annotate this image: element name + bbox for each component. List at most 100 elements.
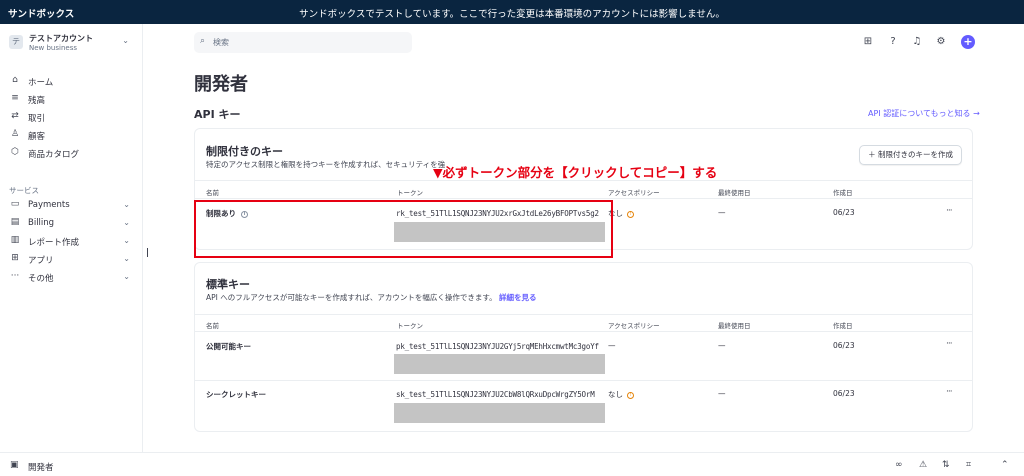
- chevron-down-icon: ⌄: [122, 36, 129, 45]
- account-subtitle: New business: [29, 44, 78, 52]
- col-access-policy: アクセスポリシー: [608, 322, 660, 330]
- key-token[interactable]: sk_test_51TlL1SQNJ23NYJU2CbW8lQRxuDpcWrg…: [396, 390, 595, 399]
- divider: [195, 331, 972, 332]
- standard-keys-title: 標準キー: [206, 278, 250, 291]
- binoculars-icon[interactable]: ∞: [895, 460, 903, 470]
- more-actions-icon[interactable]: ···: [946, 206, 953, 216]
- last-used: —: [718, 208, 726, 217]
- col-created: 作成日: [833, 189, 853, 197]
- sidebar-item-label: 取引: [28, 114, 46, 124]
- customers-icon: ♙: [10, 129, 20, 139]
- created-date: 06/23: [833, 389, 855, 398]
- details-link[interactable]: 詳細を見る: [499, 293, 537, 302]
- warning-icon: !: [627, 392, 634, 399]
- sidebar-item-customers[interactable]: ♙ 顧客: [9, 128, 134, 146]
- sidebar-item-balances[interactable]: ≡ 残高: [9, 92, 134, 110]
- sidebar-item-label: Billing: [28, 218, 55, 228]
- sidebar-item-billing[interactable]: ▤ Billing ⌄: [9, 216, 134, 234]
- webhook-icon[interactable]: ⌗: [966, 460, 971, 470]
- sidebar-item-label: 商品カタログ: [28, 150, 80, 160]
- sidebar-item-label: アプリ: [28, 256, 54, 266]
- col-token: トークン: [397, 322, 423, 330]
- settings-icon[interactable]: ⚙: [934, 35, 948, 49]
- highlight-box: [194, 200, 613, 258]
- access-policy: —: [608, 341, 616, 350]
- account-switcher[interactable]: テ テストアカウント New business ⌄: [9, 32, 133, 60]
- account-logo: テ: [9, 35, 23, 49]
- sidebar: テ テストアカウント New business ⌄ ⌂ ホーム ≡ 残高 ⇄ 取…: [0, 24, 143, 452]
- chevron-down-icon: ⌄: [123, 236, 130, 245]
- help-icon[interactable]: ?: [886, 35, 900, 49]
- sort-arrows-icon[interactable]: ⇅: [942, 460, 950, 470]
- sidebar-item-label: その他: [28, 274, 54, 284]
- sidebar-item-label: レポート作成: [28, 238, 80, 248]
- transactions-icon: ⇄: [11, 111, 19, 121]
- sidebar-item-label: 残高: [28, 96, 46, 106]
- col-token: トークン: [397, 189, 423, 197]
- search-input[interactable]: ⌕ 検索: [194, 32, 412, 53]
- divider: [195, 314, 972, 315]
- apps-icon: ⊞: [11, 253, 19, 263]
- create-restricted-key-button[interactable]: ＋ 制限付きのキーを作成: [859, 145, 962, 165]
- col-name: 名前: [206, 322, 219, 330]
- redacted-token-mask: [394, 403, 605, 423]
- divider: [195, 380, 972, 381]
- sandbox-message: サンドボックスでテストしています。ここで行った変更は本番環境のアカウントには影響…: [299, 9, 725, 20]
- learn-more-link[interactable]: API 認証についてもっと知る →: [868, 108, 980, 119]
- more-actions-icon[interactable]: ···: [946, 387, 953, 397]
- payments-icon: ▭: [10, 199, 20, 209]
- developer-bottom-bar[interactable]: ▣ 開発者 ∞ ⚠ ⇅ ⌗ ⌃: [0, 452, 1024, 476]
- col-created: 作成日: [833, 322, 853, 330]
- sidebar-item-payments[interactable]: ▭ Payments ⌄: [9, 198, 134, 216]
- standard-keys-card: 標準キー API へのフルアクセスが可能なキーを作成すれば、アカウントを幅広く操…: [194, 262, 973, 432]
- sidebar-item-product-catalog[interactable]: ⬡ 商品カタログ: [9, 146, 134, 164]
- more-actions-icon[interactable]: ···: [946, 339, 953, 349]
- last-used: —: [718, 389, 726, 398]
- standard-keys-description: API へのフルアクセスが可能なキーを作成すれば、アカウントを幅広く操作できます…: [206, 293, 537, 302]
- created-date: 06/23: [833, 341, 855, 350]
- chevron-down-icon: ⌄: [123, 272, 130, 281]
- search-icon: ⌕: [200, 36, 206, 46]
- chevron-down-icon: ⌄: [123, 218, 130, 227]
- search-placeholder: 検索: [213, 38, 229, 47]
- page-title: 開発者: [194, 74, 248, 95]
- home-icon: ⌂: [12, 75, 18, 85]
- api-keys-heading: API キー: [194, 108, 241, 121]
- key-token[interactable]: pk_test_51TlL1SQNJ23NYJU2GYj5rqMEhHxcmwt…: [396, 342, 599, 351]
- sidebar-item-label: ホーム: [28, 78, 54, 88]
- more-icon: ···: [10, 271, 20, 281]
- redacted-token-mask: [394, 354, 605, 374]
- account-name: テストアカウント: [29, 34, 93, 43]
- col-last-used: 最終使用日: [718, 322, 751, 330]
- warning-icon: !: [627, 211, 634, 218]
- chevron-down-icon: ⌄: [123, 200, 130, 209]
- sidebar-item-more[interactable]: ··· その他 ⌄: [9, 270, 134, 288]
- product-catalog-icon: ⬡: [11, 147, 19, 157]
- chevron-up-icon[interactable]: ⌃: [1001, 460, 1009, 470]
- services-section-label: サービス: [9, 186, 39, 195]
- key-name: シークレットキー: [206, 390, 266, 399]
- billing-icon: ▤: [10, 217, 20, 227]
- sidebar-item-transactions[interactable]: ⇄ 取引: [9, 110, 134, 128]
- notifications-icon[interactable]: ♫: [910, 35, 924, 49]
- sidebar-item-label: Payments: [28, 200, 70, 210]
- create-plus-icon[interactable]: +: [961, 35, 975, 49]
- col-name: 名前: [206, 189, 219, 197]
- annotation-text: ▼必ずトークン部分を【クリックしてコピー】する: [433, 165, 718, 180]
- bottom-bar-label: 開発者: [28, 463, 54, 473]
- sandbox-banner: サンドボックス サンドボックスでテストしています。ここで行った変更は本番環境のア…: [0, 0, 1024, 24]
- restricted-keys-description: 特定のアクセス制限と権限を持つキーを作成すれば、セキュリティを強: [206, 160, 446, 169]
- sidebar-item-label: 顧客: [28, 132, 46, 142]
- sidebar-item-apps[interactable]: ⊞ アプリ ⌄: [9, 252, 134, 270]
- balance-icon: ≡: [11, 93, 19, 103]
- col-access-policy: アクセスポリシー: [608, 189, 660, 197]
- alert-icon[interactable]: ⚠: [919, 460, 927, 470]
- terminal-icon: ▣: [10, 460, 19, 470]
- divider: [195, 198, 972, 199]
- app-marketplace-icon[interactable]: ⊞: [861, 35, 875, 49]
- sidebar-item-reporting[interactable]: ▥ レポート作成 ⌄: [9, 234, 134, 252]
- reporting-icon: ▥: [10, 235, 20, 245]
- sidebar-item-home[interactable]: ⌂ ホーム: [9, 74, 134, 92]
- restricted-keys-title: 制限付きのキー: [206, 145, 283, 158]
- access-policy: なし!: [608, 389, 634, 400]
